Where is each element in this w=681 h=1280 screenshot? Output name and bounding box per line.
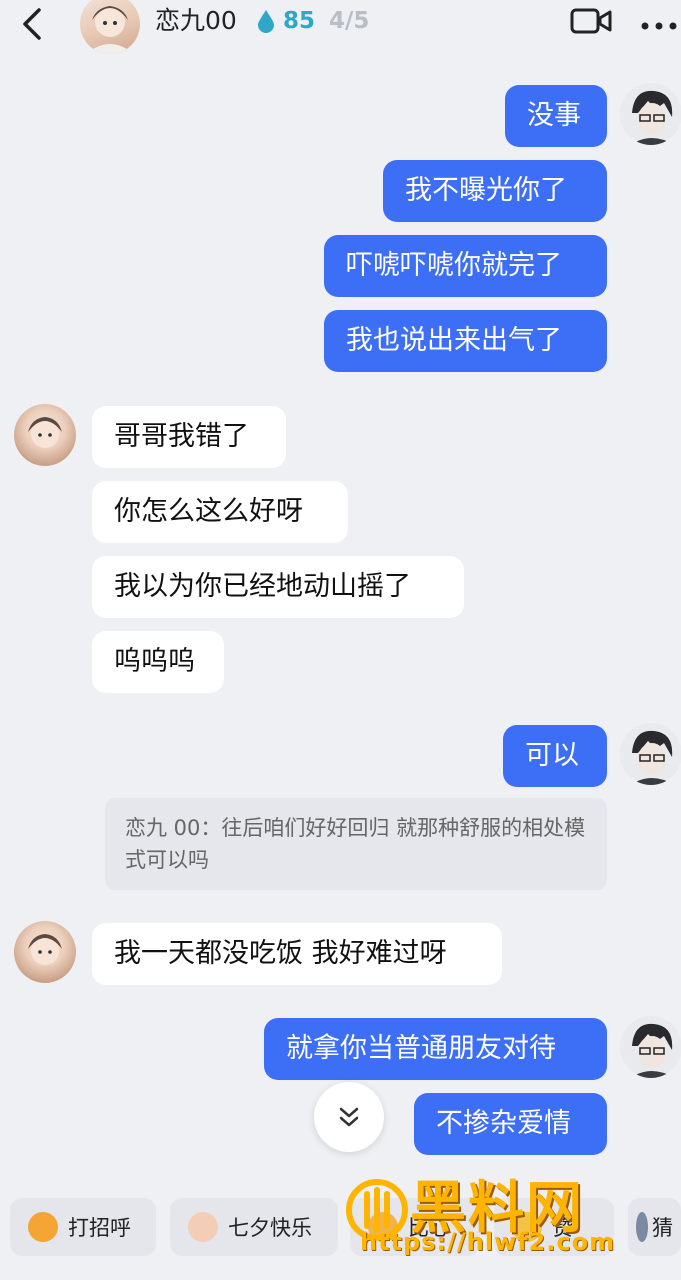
scroll-to-bottom-button[interactable] xyxy=(314,1082,384,1152)
contact-avatar[interactable] xyxy=(14,921,76,983)
outgoing-message[interactable]: 我不曝光你了 xyxy=(383,160,607,222)
score-value: 85 xyxy=(283,8,316,34)
hands-emoji-icon xyxy=(188,1212,218,1242)
contact-avatar[interactable] xyxy=(14,404,76,466)
wave-emoji-icon xyxy=(28,1212,58,1242)
my-avatar[interactable] xyxy=(620,83,681,145)
quick-reply-greet[interactable]: 打招呼 xyxy=(10,1198,156,1256)
outgoing-message[interactable]: 不掺杂爱情 xyxy=(414,1093,607,1155)
my-avatar[interactable] xyxy=(620,723,681,785)
outgoing-message[interactable]: 吓唬吓唬你就完了 xyxy=(324,235,607,297)
incoming-message[interactable]: 哥哥我错了 xyxy=(92,406,286,468)
more-icon[interactable] xyxy=(640,16,678,30)
quick-reply-qixi[interactable]: 七夕快乐 xyxy=(170,1198,338,1256)
contact-avatar[interactable] xyxy=(80,0,140,54)
video-call-icon[interactable] xyxy=(570,7,612,35)
water-drop-icon xyxy=(255,8,277,34)
outgoing-message[interactable]: 没事 xyxy=(505,85,607,147)
my-avatar[interactable] xyxy=(620,1016,681,1078)
incoming-message[interactable]: 我以为你已经地动山摇了 xyxy=(92,556,464,618)
watermark-url: https://hlwf2.com xyxy=(360,1228,616,1256)
outgoing-message[interactable]: 可以 xyxy=(503,725,607,787)
outgoing-message[interactable]: 我也说出来出气了 xyxy=(324,310,607,372)
incoming-message[interactable]: 我一天都没吃饭 我好难过呀 xyxy=(92,923,502,985)
quoted-message[interactable]: 恋九 00：往后咱们好好回归 就那种舒服的相处模式可以吗 xyxy=(105,798,607,890)
double-chevron-down-icon xyxy=(339,1107,359,1127)
chat-header: 恋九00 85 4/5 xyxy=(0,0,681,54)
contact-name: 恋九00 xyxy=(155,6,237,35)
outgoing-message[interactable]: 就拿你当普通朋友对待 xyxy=(264,1018,607,1080)
back-icon[interactable] xyxy=(14,6,50,42)
incoming-message[interactable]: 呜呜呜 xyxy=(92,631,224,693)
incoming-message[interactable]: 你怎么这么好呀 xyxy=(92,481,348,543)
page-indicator: 4/5 xyxy=(329,8,370,34)
